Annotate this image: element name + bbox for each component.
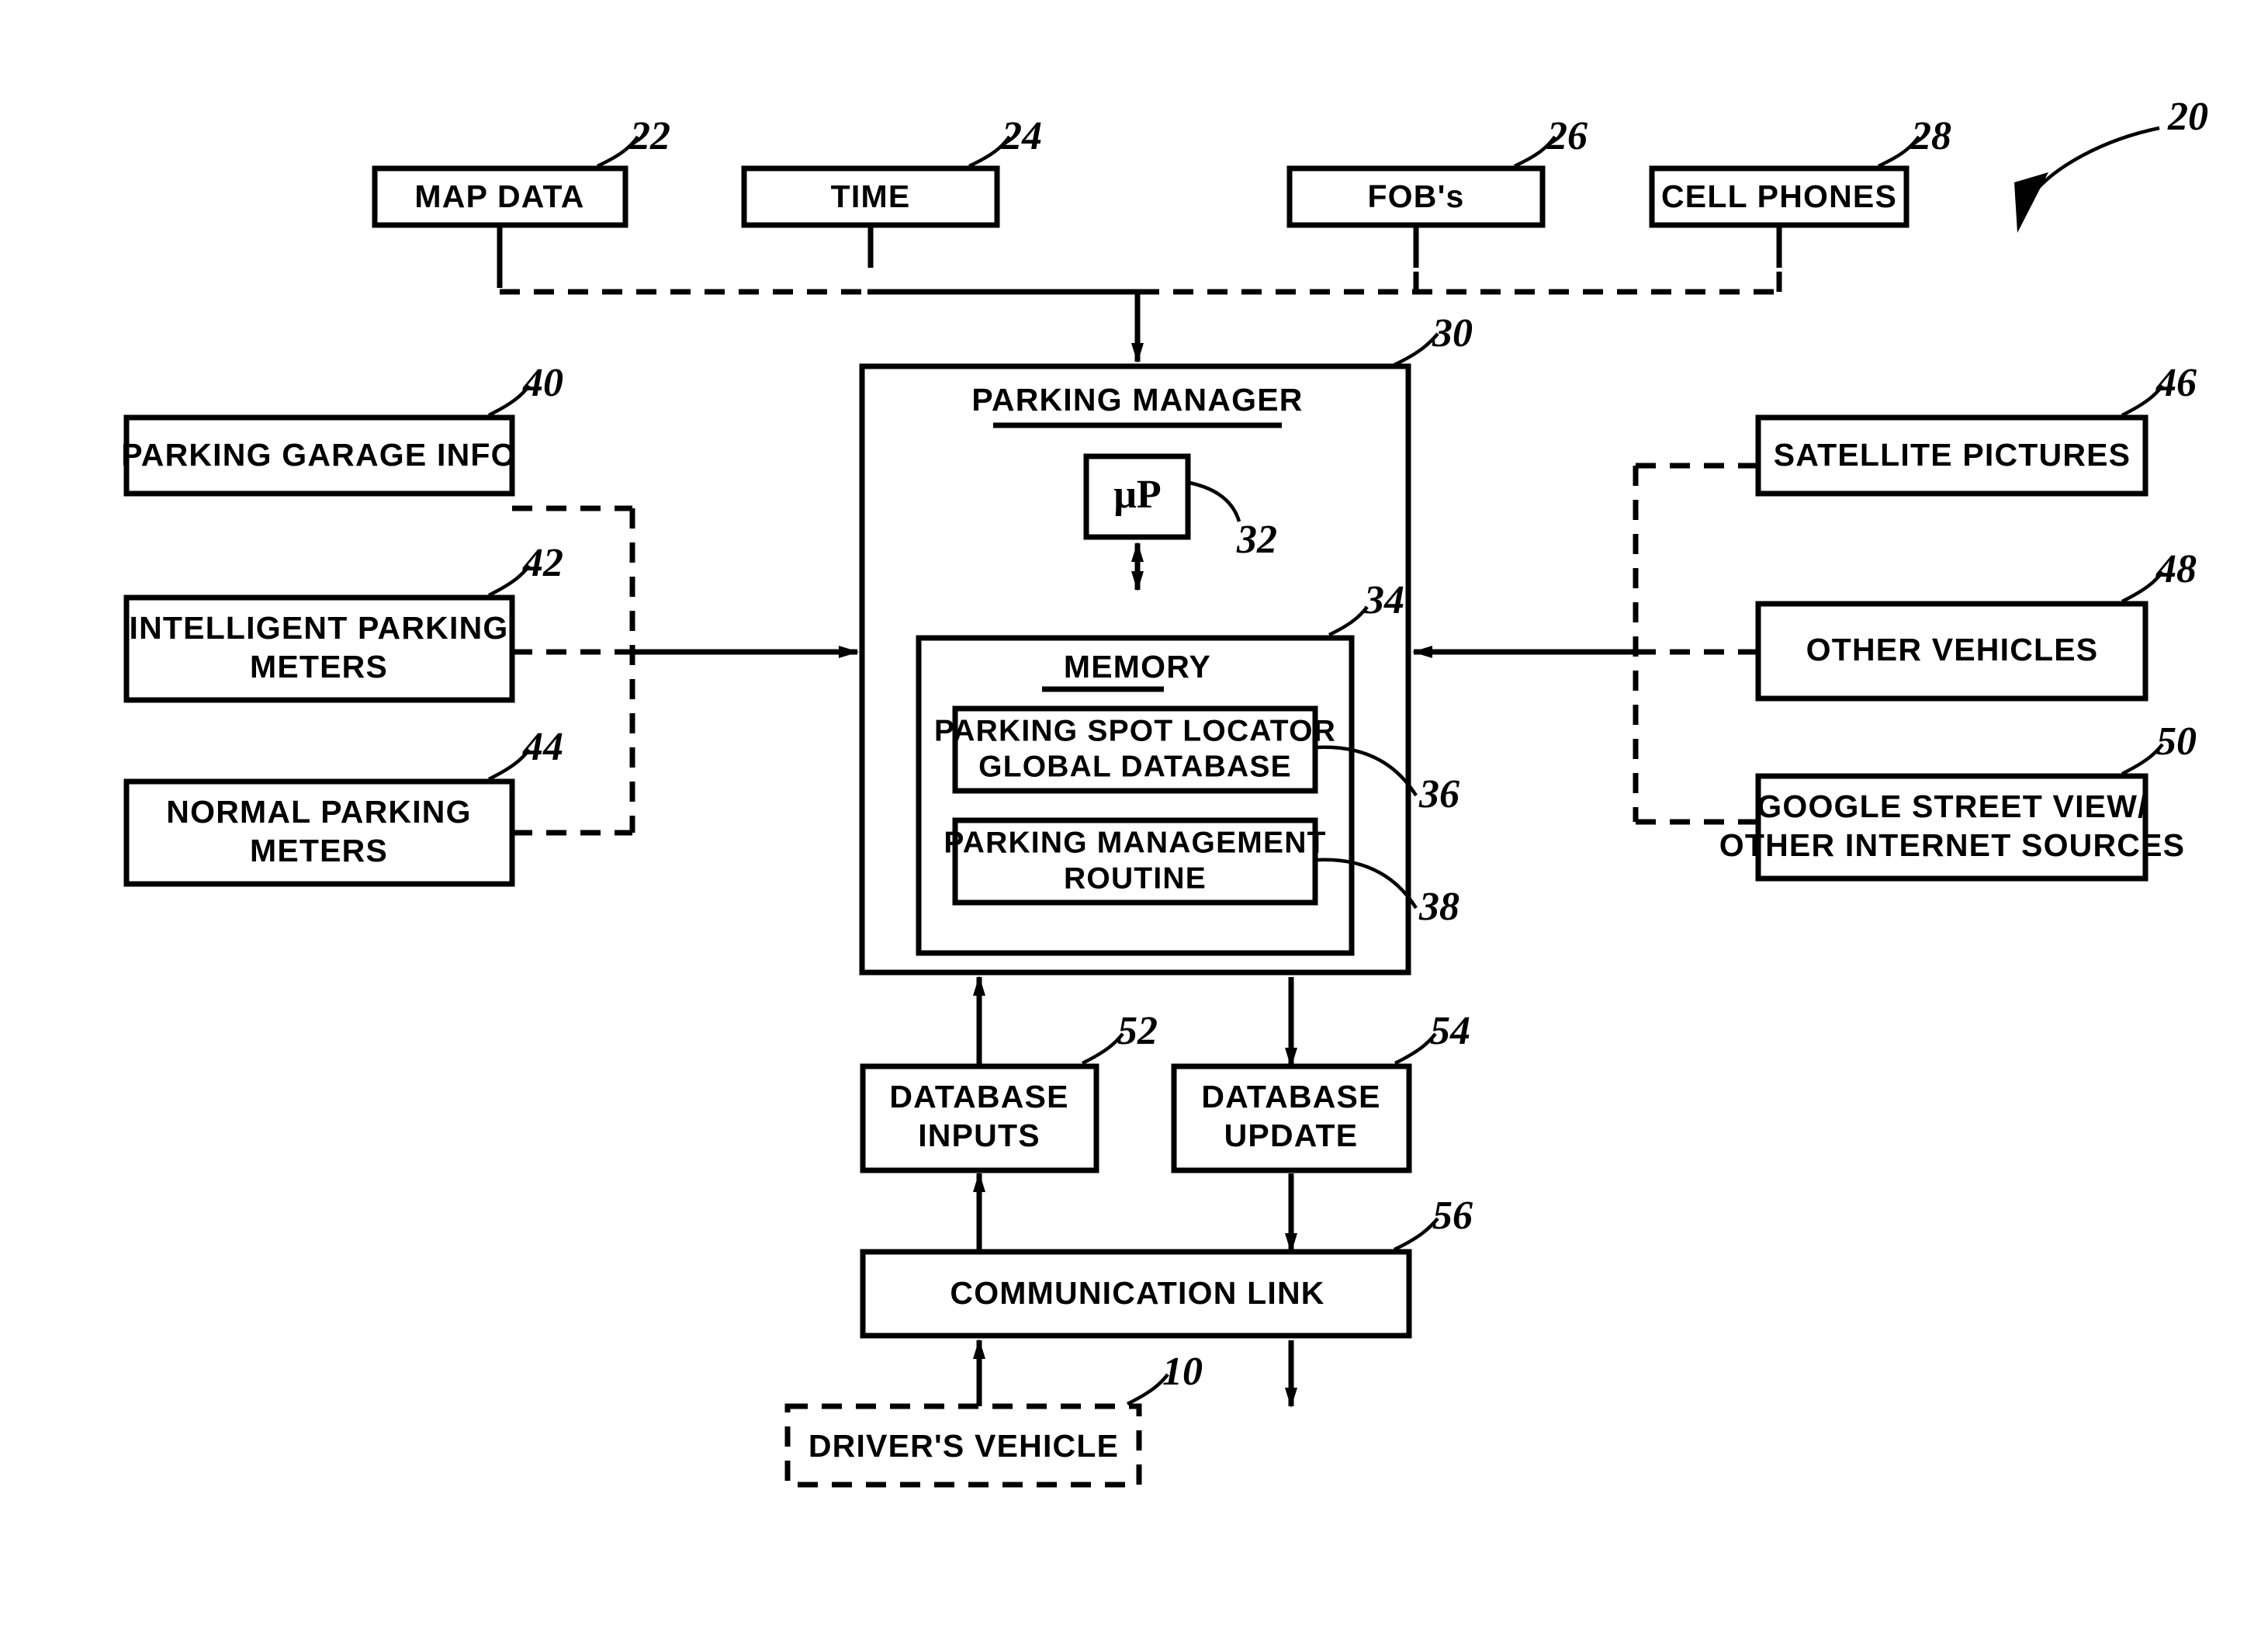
ref-number-52: 52 [1117, 1009, 1158, 1053]
communication-link-block[interactable]: COMMUNICATION LINK [860, 1249, 1412, 1339]
database-update-block[interactable]: DATABASE UPDATE [1171, 1063, 1412, 1173]
right-input-box-other-vehicles[interactable]: OTHER VEHICLES [1755, 601, 2149, 702]
memory-block-0-line1: PARKING SPOT LOCATOR [934, 714, 1336, 747]
ref-number-34: 34 [1363, 578, 1404, 622]
bottom-block-0-line2: INPUTS [918, 1118, 1041, 1153]
ref-number-46: 46 [2155, 361, 2197, 405]
database-inputs-block[interactable]: DATABASE INPUTS [860, 1063, 1099, 1173]
right-input-label-0: SATELLITE PICTURES [1774, 437, 2131, 473]
ref-number-44: 44 [522, 725, 563, 769]
parking-manager-title: PARKING MANAGER [971, 382, 1303, 418]
right-input-box-satellite-pictures[interactable]: SATELLITE PICTURES [1755, 414, 2149, 497]
left-input-label-1: INTELLIGENT PARKING [130, 610, 509, 646]
left-input-label-2b: METERS [250, 833, 388, 868]
bottom-block-1-line1: DATABASE [1201, 1079, 1380, 1114]
ref-number-54: 54 [1430, 1009, 1470, 1053]
memory-sub-block-routine[interactable]: PARKING MANAGEMENT ROUTINE [944, 817, 1326, 906]
ref-number-30: 30 [1432, 311, 1473, 355]
ref-number-24: 24 [1001, 114, 1042, 158]
right-input-box-google-street-view[interactable]: GOOGLE STREET VIEW/ OTHER INTERNET SOURC… [1719, 773, 2185, 882]
left-input-label-1b: METERS [250, 649, 388, 685]
drivers-vehicle-label: DRIVER'S VEHICLE [809, 1428, 1119, 1464]
ref-number-20: 20 [2167, 95, 2208, 139]
lead-line-30 [1394, 332, 1439, 367]
top-input-label-0: MAP DATA [414, 178, 584, 214]
memory-block-1-line2: ROUTINE [1064, 861, 1207, 895]
left-input-label-2: NORMAL PARKING [166, 794, 471, 830]
left-input-box-normal-parking-meters[interactable]: NORMAL PARKING METERS [123, 778, 515, 887]
right-input-label-1: OTHER VEHICLES [1806, 632, 2099, 667]
lead-line-20 [2031, 126, 2160, 196]
patent-figure-sheet: MAP DATA 22 TIME 24 FOB's 26 CELL PHONES… [0, 0, 2268, 1629]
ref-number-42: 42 [522, 541, 563, 585]
microprocessor-block[interactable]: μP [1083, 453, 1191, 540]
ref-number-38: 38 [1418, 885, 1459, 929]
top-input-label-3: CELL PHONES [1661, 178, 1897, 214]
ref-number-32: 32 [1236, 518, 1277, 562]
memory-block-1-line1: PARKING MANAGEMENT [944, 826, 1326, 859]
block-diagram: MAP DATA 22 TIME 24 FOB's 26 CELL PHONES… [121, 95, 2208, 1488]
bottom-block-1-line2: UPDATE [1224, 1118, 1359, 1153]
bottom-block-0-line1: DATABASE [889, 1079, 1068, 1114]
ref-number-56: 56 [1432, 1194, 1473, 1238]
ref-number-48: 48 [2155, 547, 2197, 591]
ref-number-10: 10 [1162, 1350, 1203, 1394]
memory-block[interactable]: MEMORY [916, 635, 1355, 956]
top-input-label-2: FOB's [1367, 178, 1464, 214]
left-input-label-0: PARKING GARAGE INFO [121, 437, 517, 473]
memory-title: MEMORY [1064, 649, 1211, 685]
left-input-box-intelligent-parking-meters[interactable]: INTELLIGENT PARKING METERS [123, 594, 515, 703]
drivers-vehicle-block[interactable]: DRIVER'S VEHICLE [784, 1403, 1142, 1488]
right-input-label-2: GOOGLE STREET VIEW/ [1757, 789, 2147, 824]
memory-block-0-line2: GLOBAL DATABASE [978, 750, 1292, 783]
ref-number-28: 28 [1910, 114, 1951, 158]
ref-number-50: 50 [2156, 719, 2197, 764]
lead-line-56 [1394, 1217, 1439, 1252]
top-input-box-time[interactable]: TIME [741, 165, 1000, 228]
ref-number-40: 40 [522, 361, 563, 405]
top-input-box-fobs[interactable]: FOB's [1286, 165, 1546, 228]
ref-number-36: 36 [1418, 772, 1459, 816]
top-input-box-cell-phones[interactable]: CELL PHONES [1649, 165, 1910, 228]
system-arrowhead [2014, 172, 2048, 233]
top-input-box-map-data[interactable]: MAP DATA [372, 165, 628, 228]
ref-number-26: 26 [1546, 114, 1588, 158]
ref-number-22: 22 [629, 114, 670, 158]
right-input-label-2b: OTHER INTERNET SOURCES [1719, 827, 2185, 863]
left-input-box-parking-garage-info[interactable]: PARKING GARAGE INFO [121, 414, 517, 497]
communication-link-label: COMMUNICATION LINK [950, 1275, 1324, 1311]
memory-sub-block-database[interactable]: PARKING SPOT LOCATOR GLOBAL DATABASE [934, 705, 1336, 794]
microprocessor-label: μP [1113, 473, 1161, 517]
top-input-label-1: TIME [831, 178, 911, 214]
